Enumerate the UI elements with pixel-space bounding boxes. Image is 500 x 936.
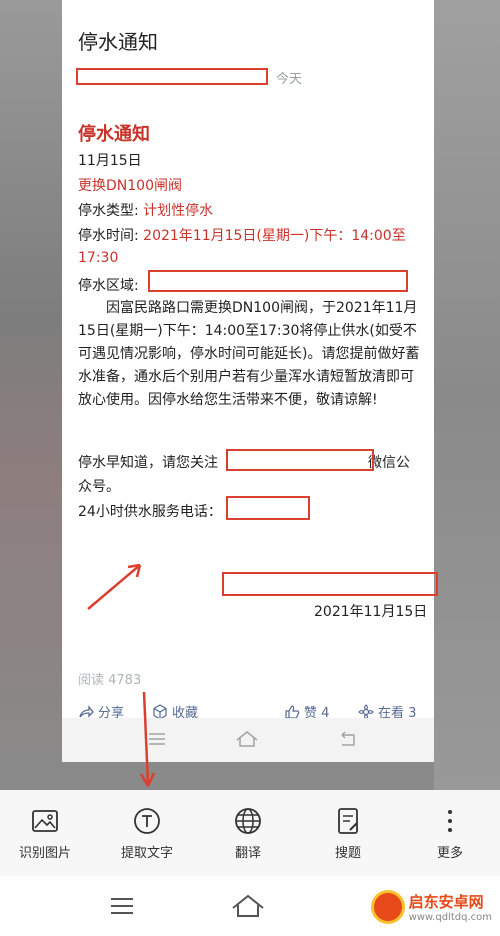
notice-heading: 停水通知 [78, 124, 150, 145]
redacted-account-name [76, 68, 268, 85]
back-icon[interactable] [334, 726, 360, 752]
tool-label: 搜题 [334, 846, 361, 861]
background-right [434, 0, 500, 790]
text-extract-icon [134, 808, 160, 834]
home-icon[interactable] [234, 726, 260, 752]
redacted-area [148, 270, 408, 292]
redacted-account-link [226, 449, 374, 471]
date-line: 11月15日 [78, 153, 142, 169]
notice-subtitle: 更换DN100闸阀 [78, 178, 182, 194]
globe-icon [235, 808, 261, 834]
more-vertical-icon [448, 810, 452, 832]
watermark-logo-icon [370, 890, 405, 924]
outage-time-value: 2021年11月15日(星期一)下午：14:00至 [143, 228, 406, 244]
outage-time-row: 停水时间: 2021年11月15日(星期一)下午：14:00至 [78, 225, 406, 245]
article-title: 停水通知 [78, 30, 158, 54]
watermark-url: www.qdltdq.com [408, 912, 492, 923]
tool-translate[interactable]: 翻译 [203, 806, 293, 861]
outage-type-label: 停水类型: [78, 203, 144, 219]
tool-search-question[interactable]: 搜题 [303, 806, 393, 861]
menu-icon[interactable] [108, 892, 136, 920]
publish-time: 今天 [276, 72, 303, 87]
outage-type-row: 停水类型: 计划性停水 [78, 200, 213, 220]
outage-area-label: 停水区域: [78, 278, 139, 294]
outage-time-end: 17:30 [78, 250, 119, 266]
outage-type-value: 计划性停水 [143, 203, 214, 219]
redacted-signature [222, 572, 438, 596]
read-count: 阅读 4783 [78, 673, 142, 688]
follow-prefix: 停水早知道，请您关注 [78, 455, 218, 471]
tool-more[interactable]: 更多 [405, 806, 495, 861]
redacted-phone [226, 496, 310, 520]
tool-recognize-image[interactable]: 识别图片 [0, 806, 90, 861]
inner-nav-bar [62, 718, 434, 762]
follow-suffix: 微信公 [368, 455, 410, 471]
tool-label: 提取文字 [120, 846, 173, 861]
tool-label: 翻译 [234, 846, 261, 861]
outage-time-label: 停水时间: [78, 228, 144, 244]
search-question-icon [338, 808, 358, 834]
follow-line-2: 众号。 [78, 479, 120, 495]
tool-label: 识别图片 [18, 846, 71, 861]
notice-paragraph: 因富民路路口需更换DN100闸阀，于2021年11月15日(星期一)下午：14:… [78, 300, 420, 408]
tool-label: 更多 [436, 846, 463, 861]
annotation-arrow-down-icon [139, 691, 156, 787]
site-watermark: 启东安卓网 www.qdltdq.com [370, 890, 492, 924]
home-icon[interactable] [230, 892, 266, 920]
background-left [0, 0, 62, 790]
watermark-title: 启东安卓网 [408, 893, 484, 911]
article-card: 停水通知 今天 停水通知 11月15日 更换DN100闸阀 停水类型: 计划性停… [62, 0, 438, 762]
sign-date: 2021年11月15日 [314, 604, 428, 620]
tool-extract-text[interactable]: 提取文字 [102, 806, 192, 861]
hotline-label: 24小时供水服务电话： [78, 504, 222, 520]
image-tools-toolbar: 识别图片 提取文字 翻译 搜题 更多 [0, 790, 500, 876]
annotation-arrow-icon [87, 563, 142, 610]
image-icon [32, 810, 58, 832]
